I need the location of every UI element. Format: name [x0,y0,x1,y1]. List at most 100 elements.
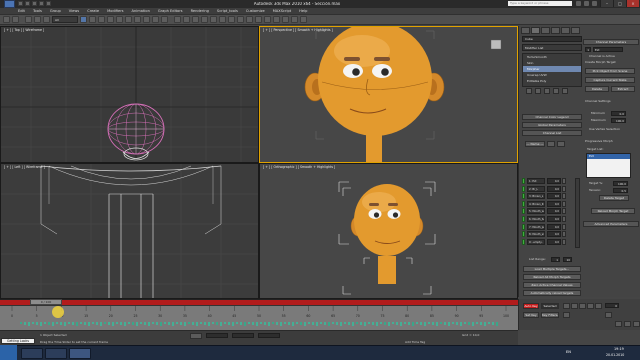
key-filters-button[interactable]: Key Filters... [541,312,559,318]
remove-modifier-icon[interactable] [553,88,559,94]
display-tab-icon[interactable] [561,27,570,34]
binoculars-icon[interactable] [576,1,581,6]
select-scale-icon[interactable] [134,16,141,23]
head-shaded-ortho[interactable] [350,184,424,256]
channel-value-spinner[interactable] [562,193,566,200]
rollout-global-parameters[interactable]: Global Parameters [522,122,582,128]
minimize-button[interactable]: – [600,0,613,7]
channel-value-spinner[interactable] [562,223,566,230]
coord-x-field[interactable] [206,333,228,338]
channel-name-button[interactable]: 7: Mouth_pur [527,223,545,230]
channel-value-field[interactable]: 0,0 [547,238,561,245]
goto-start-icon[interactable] [563,303,570,309]
selected-dropdown[interactable]: Selected [541,303,559,309]
rectangular-selection-icon[interactable] [98,16,105,23]
clock-time[interactable]: 19:19 [614,347,624,351]
use-vertex-selection-checkbox[interactable]: Use Vertex Selection [589,128,620,131]
select-manipulate-icon[interactable] [161,16,168,23]
channel-value-field[interactable]: 0,0 [547,193,561,200]
channel-value-field[interactable]: 0,0 [547,185,561,192]
star-icon[interactable] [584,1,589,6]
start-button[interactable] [0,345,17,360]
curve-editor-icon[interactable] [255,16,262,23]
undo-icon[interactable] [39,1,44,6]
delete-target-button[interactable]: Delete Target [599,195,629,201]
auto-key-button[interactable]: Auto Key [523,303,539,309]
minimum-spinner[interactable]: 0,0 [611,111,626,116]
bind-space-warp-icon[interactable] [43,16,50,23]
pin-stack-icon[interactable] [526,88,532,94]
channel-number-field[interactable]: 1 [585,47,591,52]
channel-value-field[interactable]: 0,0 [547,216,561,222]
channel-row[interactable]: 6: Mouth_Sad 0,0 [522,216,574,222]
viewport-label-left[interactable]: [ + ] [ Left ] [ Wireframe ] [4,165,45,169]
channel-name-button[interactable]: 8: Mouth_smi [527,231,545,238]
render-setup-icon[interactable] [282,16,289,23]
rendered-frame-window-icon[interactable] [291,16,298,23]
named-selection-icon[interactable] [210,16,217,23]
redo-icon[interactable] [46,1,51,6]
layer-manager-icon[interactable] [237,16,244,23]
close-button[interactable]: × [626,0,639,7]
menu-customize[interactable]: Customize [246,8,265,14]
channel-name-button[interactable]: 4: Brown_R [527,200,545,207]
pivot-center-icon[interactable] [152,16,159,23]
selection-filter-dropdown[interactable]: All [52,16,78,23]
zoom-icon[interactable] [615,321,622,327]
viewport-perspective[interactable]: [ + ] [ Perspective ] [ Smooth + Highlig… [259,26,518,163]
create-tab-icon[interactable] [521,27,530,34]
add-time-tag-button[interactable]: Add Time Tag [405,341,425,344]
orbit-icon[interactable] [624,321,631,327]
undo-icon[interactable] [3,16,10,23]
application-menu-icon[interactable] [4,0,15,8]
channel-value-field[interactable]: 0,0 [547,231,561,238]
channel-value-field[interactable]: 0,0 [547,178,561,184]
mirror-icon[interactable] [219,16,226,23]
redo-icon[interactable] [12,16,19,23]
channel-row[interactable]: 7: Mouth_pur 0,0 [522,223,574,230]
stack-item-editable-poly[interactable]: Editable Poly [523,78,581,84]
list-range-start[interactable]: 1 [551,257,560,262]
channel-name-button[interactable]: 2: Br_L [527,185,545,192]
new-file-icon[interactable] [18,1,23,6]
head-wireframe-top[interactable] [107,103,165,159]
channel-row[interactable]: 9: -empty- 0,0 [522,238,574,245]
render-production-icon[interactable] [300,16,307,23]
channel-name-button[interactable]: 3: Brown_L [527,193,545,200]
menu-help[interactable]: Help [299,8,307,14]
channel-value-field[interactable]: 0,0 [547,223,561,230]
viewport-label-orthographic[interactable]: [ + ] [ Orthographic ] [ Smooth + Highli… [263,165,335,169]
delete-button[interactable]: Delete [585,86,609,92]
menu-modifiers[interactable]: Modifiers [107,8,123,14]
next-frame-icon[interactable] [587,303,594,309]
channel-value-spinner[interactable] [562,200,566,207]
graphite-modeling-icon[interactable] [246,16,253,23]
menu-edit[interactable]: Edit [18,8,25,14]
rollout-advanced-parameters[interactable]: Advanced Parameters [583,221,639,227]
material-editor-icon[interactable] [273,16,280,23]
angle-snap-icon[interactable] [183,16,190,23]
pan-icon[interactable] [633,321,640,327]
taskbar-app-3dsmax[interactable] [69,348,91,359]
channel-list-scrollbar[interactable] [575,178,580,248]
capture-current-state-button[interactable]: Capture Current State [585,77,635,83]
previous-frame-icon[interactable] [571,303,578,309]
link-icon[interactable] [25,16,32,23]
channel-name-button[interactable]: 1: Ext [527,178,545,184]
channel-active-checkbox[interactable]: Channel is Active [589,55,615,58]
object-name-field[interactable]: Cube [522,36,582,42]
menu-views[interactable]: Views [69,8,79,14]
lock-selection-icon[interactable] [190,333,202,339]
neck-shaded-ortho[interactable] [378,256,396,284]
rollout-channel-color-legend[interactable]: Channel Color Legend [522,114,582,120]
reference-coordinate-icon[interactable] [143,16,150,23]
maximum-spinner[interactable]: 100,0 [611,118,626,123]
time-config-icon[interactable] [605,312,612,318]
next-channel-button[interactable] [557,141,565,147]
reload-morph-targets-button[interactable]: Reload All Morph Targets [523,274,581,280]
neck-wireframe-left[interactable] [108,194,154,299]
taskbar-app-browser[interactable] [45,348,67,359]
current-frame-field[interactable]: 0 [605,303,619,308]
maxscript-listener-field[interactable]: Getting Looks [1,338,35,344]
target-list-item[interactable]: Ext [587,154,630,159]
